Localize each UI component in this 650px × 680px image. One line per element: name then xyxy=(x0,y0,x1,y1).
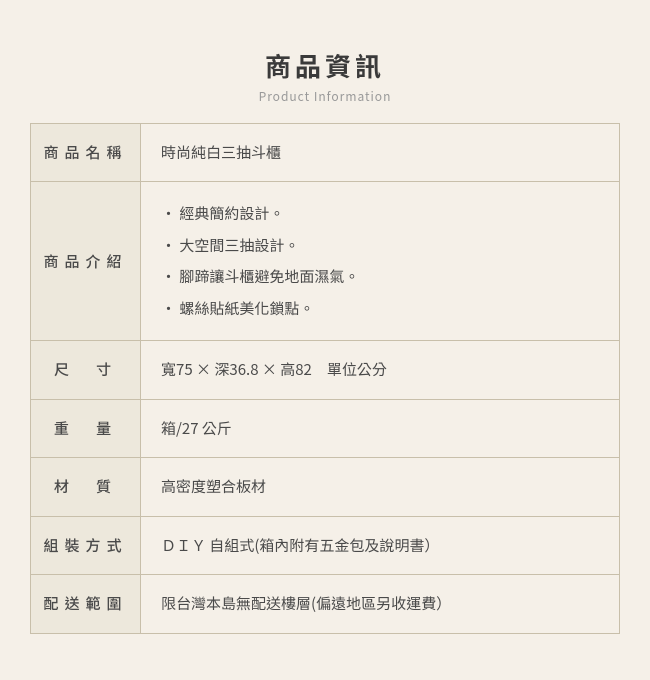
row-label-2: 尺 寸 xyxy=(31,341,141,400)
list-item: 腳蹄讓斗櫃避免地面濕氣。 xyxy=(161,261,599,293)
row-label-6: 配送範圍 xyxy=(31,575,141,634)
table-row: 材 質高密度塑合板材 xyxy=(31,458,620,517)
list-item: 經典簡約設計。 xyxy=(161,198,599,230)
header: 商品資訊 Product Information xyxy=(30,47,620,105)
row-label-3: 重 量 xyxy=(31,399,141,458)
row-value-4: 高密度塑合板材 xyxy=(141,458,620,517)
page-subtitle: Product Information xyxy=(30,88,620,105)
product-info-container: 商品資訊 Product Information 商品名稱時尚純白三抽斗櫃商品介… xyxy=(30,47,620,634)
table-row: 商品介紹經典簡約設計。大空間三抽設計。腳蹄讓斗櫃避免地面濕氣。螺絲貼紙美化鎖點。 xyxy=(31,182,620,341)
row-value-0: 時尚純白三抽斗櫃 xyxy=(141,123,620,182)
row-label-5: 組裝方式 xyxy=(31,516,141,575)
row-value-3: 箱/27 公斤 xyxy=(141,399,620,458)
table-row: 配送範圍限台灣本島無配送樓層(偏遠地區另收運費） xyxy=(31,575,620,634)
row-value-5: ＤＩＹ 自組式(箱內附有五金包及說明書） xyxy=(141,516,620,575)
list-item: 大空間三抽設計。 xyxy=(161,230,599,262)
product-table: 商品名稱時尚純白三抽斗櫃商品介紹經典簡約設計。大空間三抽設計。腳蹄讓斗櫃避免地面… xyxy=(30,123,620,634)
row-label-1: 商品介紹 xyxy=(31,182,141,341)
row-value-1: 經典簡約設計。大空間三抽設計。腳蹄讓斗櫃避免地面濕氣。螺絲貼紙美化鎖點。 xyxy=(141,182,620,341)
row-value-6: 限台灣本島無配送樓層(偏遠地區另收運費） xyxy=(141,575,620,634)
table-row: 組裝方式ＤＩＹ 自組式(箱內附有五金包及說明書） xyxy=(31,516,620,575)
row-label-4: 材 質 xyxy=(31,458,141,517)
page-title: 商品資訊 xyxy=(30,47,620,84)
list-item: 螺絲貼紙美化鎖點。 xyxy=(161,293,599,325)
row-value-2: 寬75 × 深36.8 × 高82 單位公分 xyxy=(141,341,620,400)
table-row: 重 量箱/27 公斤 xyxy=(31,399,620,458)
table-row: 尺 寸寬75 × 深36.8 × 高82 單位公分 xyxy=(31,341,620,400)
row-label-0: 商品名稱 xyxy=(31,123,141,182)
table-row: 商品名稱時尚純白三抽斗櫃 xyxy=(31,123,620,182)
